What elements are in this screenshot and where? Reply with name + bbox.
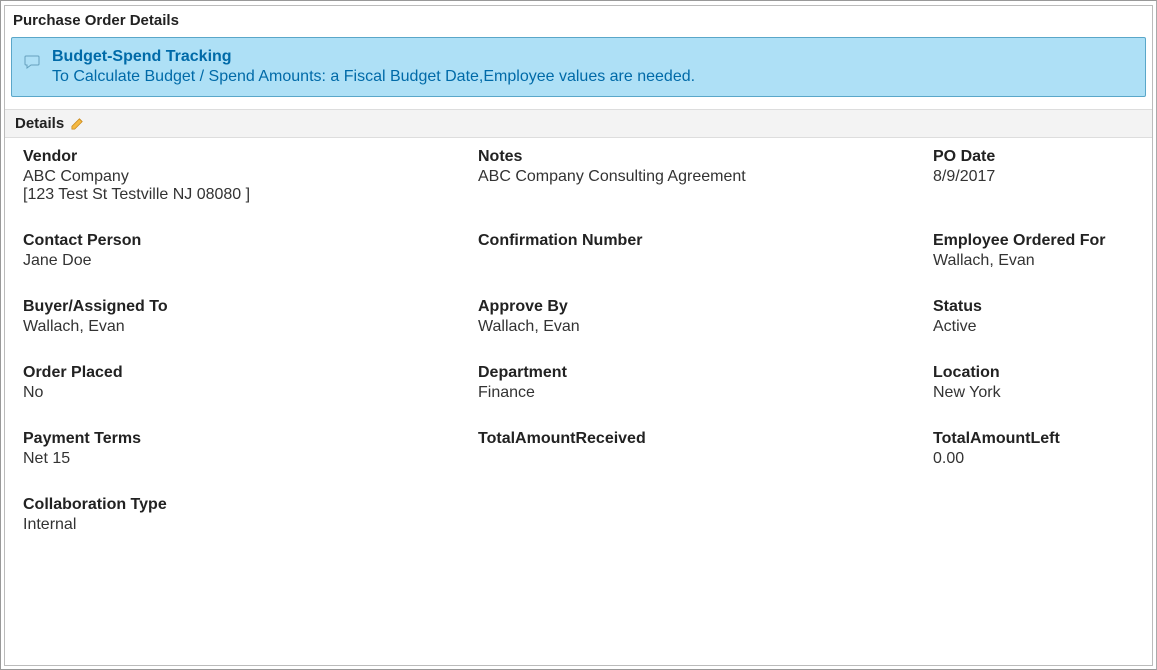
alert-message: To Calculate Budget / Spend Amounts: a F… — [52, 68, 1133, 86]
label-buyer-assigned-to: Buyer/Assigned To — [23, 298, 478, 316]
details-header-label: Details — [15, 115, 64, 132]
field-confirmation-number: Confirmation Number — [478, 232, 933, 270]
value-approve-by: Wallach, Evan — [478, 318, 933, 336]
details-section-header: Details — [5, 109, 1152, 138]
label-contact-person: Contact Person — [23, 232, 478, 250]
value-order-placed: No — [23, 384, 478, 402]
field-approve-by: Approve By Wallach, Evan — [478, 298, 933, 336]
field-collaboration-type: Collaboration Type Internal — [23, 496, 478, 534]
label-total-amount-received: TotalAmountReceived — [478, 430, 933, 448]
value-total-amount-left: 0.00 — [933, 450, 1134, 468]
value-collaboration-type: Internal — [23, 516, 478, 534]
value-buyer-assigned-to: Wallach, Evan — [23, 318, 478, 336]
field-location: Location New York — [933, 364, 1134, 402]
value-location: New York — [933, 384, 1134, 402]
label-department: Department — [478, 364, 933, 382]
field-total-amount-left: TotalAmountLeft 0.00 — [933, 430, 1134, 468]
label-employee-ordered-for: Employee Ordered For — [933, 232, 1134, 250]
value-vendor-address: [123 Test St Testville NJ 08080 ] — [23, 186, 478, 204]
pencil-edit-icon[interactable] — [70, 116, 85, 131]
field-total-amount-received: TotalAmountReceived — [478, 430, 933, 468]
speech-bubble-icon — [24, 54, 40, 70]
field-vendor: Vendor ABC Company [123 Test St Testvill… — [23, 148, 478, 204]
label-collaboration-type: Collaboration Type — [23, 496, 478, 514]
alert-budget-spend: Budget-Spend Tracking To Calculate Budge… — [11, 37, 1146, 97]
field-department: Department Finance — [478, 364, 933, 402]
label-total-amount-left: TotalAmountLeft — [933, 430, 1134, 448]
label-vendor: Vendor — [23, 148, 478, 166]
field-employee-ordered-for: Employee Ordered For Wallach, Evan — [933, 232, 1134, 270]
field-buyer-assigned-to: Buyer/Assigned To Wallach, Evan — [23, 298, 478, 336]
label-approve-by: Approve By — [478, 298, 933, 316]
details-grid: Vendor ABC Company [123 Test St Testvill… — [5, 138, 1152, 534]
label-location: Location — [933, 364, 1134, 382]
panel-title: Purchase Order Details — [5, 6, 1152, 33]
field-po-date: PO Date 8/9/2017 — [933, 148, 1134, 204]
field-notes: Notes ABC Company Consulting Agreement — [478, 148, 933, 204]
label-confirmation-number: Confirmation Number — [478, 232, 933, 250]
empty-cell — [478, 496, 933, 534]
value-department: Finance — [478, 384, 933, 402]
field-payment-terms: Payment Terms Net 15 — [23, 430, 478, 468]
label-payment-terms: Payment Terms — [23, 430, 478, 448]
empty-cell — [933, 496, 1134, 534]
label-status: Status — [933, 298, 1134, 316]
value-notes: ABC Company Consulting Agreement — [478, 168, 933, 186]
label-notes: Notes — [478, 148, 933, 166]
value-employee-ordered-for: Wallach, Evan — [933, 252, 1134, 270]
label-po-date: PO Date — [933, 148, 1134, 166]
value-payment-terms: Net 15 — [23, 450, 478, 468]
field-status: Status Active — [933, 298, 1134, 336]
field-order-placed: Order Placed No — [23, 364, 478, 402]
value-status: Active — [933, 318, 1134, 336]
label-order-placed: Order Placed — [23, 364, 478, 382]
field-contact-person: Contact Person Jane Doe — [23, 232, 478, 270]
value-po-date: 8/9/2017 — [933, 168, 1134, 186]
alert-title: Budget-Spend Tracking — [52, 48, 1133, 66]
value-contact-person: Jane Doe — [23, 252, 478, 270]
value-vendor: ABC Company — [23, 168, 478, 186]
